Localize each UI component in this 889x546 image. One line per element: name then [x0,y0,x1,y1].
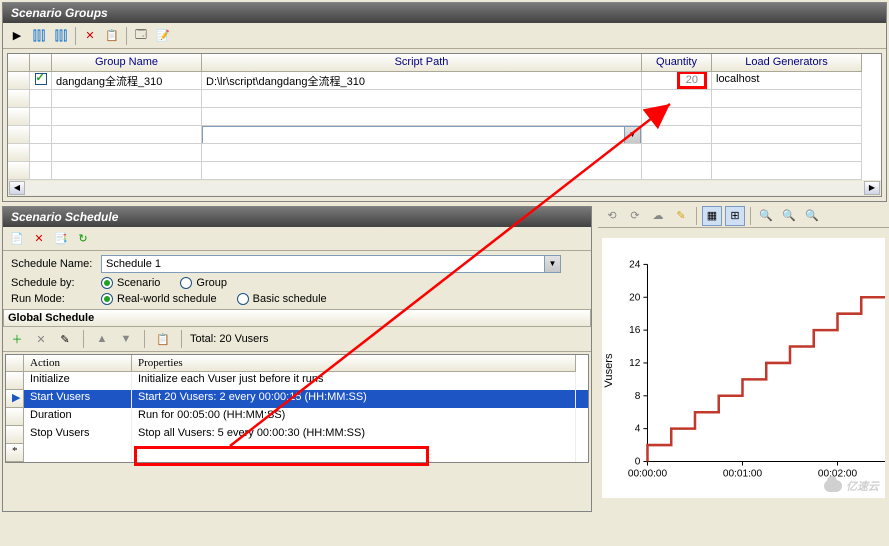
schedule-by-scenario-radio[interactable]: Scenario [101,277,160,289]
svg-text:16: 16 [629,325,641,336]
cell-script-path: D:\lr\script\dangdang全流程_310 [202,72,642,90]
global-schedule-toolbar: ＋ ✕ ✎ ▲ ▼ 📋 Total: 20 Vusers [3,327,591,352]
col-quantity[interactable]: Quantity [642,54,712,72]
vusers-icon-1[interactable]: ⫿⫿⫿ [29,26,49,46]
schedule-by-label: Schedule by: [11,277,101,289]
play-button[interactable]: ▶ [7,26,27,46]
group-checkbox[interactable] [35,73,47,85]
cell-group-name: dangdang全流程_310 [52,72,202,90]
svg-text:4: 4 [635,424,641,435]
action-new-row[interactable]: * [6,444,588,462]
cell-load-generators: localhost [712,72,862,90]
scenario-groups-toolbar: ▶ ⫿⫿⫿ ⫿⫿⫿ ✕ 📋 🗔 📝 [3,23,886,49]
schedule-name-label: Schedule Name: [11,258,101,270]
action-grid: Action Properties InitializeInitialize e… [5,354,589,463]
chart-cloud-icon[interactable]: ☁ [648,206,668,226]
action-row-selected[interactable]: ▶Start VusersStart 20 Vusers: 2 every 00… [6,390,588,408]
run-mode-real-radio[interactable]: Real-world schedule [101,293,217,305]
run-mode-basic-radio[interactable]: Basic schedule [237,293,327,305]
run-mode-label: Run Mode: [11,293,101,305]
chart-fwd-button[interactable]: ⟳ [625,206,645,226]
scenario-schedule-panel: Scenario Schedule 📄 ✕ 📑 ↻ Schedule Name:… [2,206,592,512]
svg-text:00:01:00: 00:01:00 [723,469,763,480]
chart-grid-button[interactable]: ⊞ [725,206,745,226]
global-schedule-title: Global Schedule [3,309,591,327]
col-script-path[interactable]: Script Path [202,54,642,72]
copy-schedule-button[interactable]: 📑 [51,229,71,249]
svg-text:12: 12 [629,358,641,369]
scenario-schedule-title: Scenario Schedule [3,207,591,227]
reset-schedule-button[interactable]: ↻ [73,229,93,249]
new-schedule-button[interactable]: 📄 [7,229,27,249]
schedule-name-dropdown[interactable]: Schedule 1▼ [101,255,561,273]
remove-button[interactable]: ✕ [80,26,100,46]
scenario-groups-grid: Group Name Script Path Quantity Load Gen… [7,53,882,197]
refresh-button[interactable]: 📋 [102,26,122,46]
svg-text:0: 0 [635,457,641,468]
runtime-settings-button[interactable]: 📝 [153,26,173,46]
chart-area: Vusers 04812162024 00:00:0000:01:0000:02… [602,238,885,498]
svg-text:24: 24 [629,259,641,270]
chevron-down-icon[interactable]: ▼ [544,256,560,272]
delete-action-button[interactable]: ✕ [31,329,51,349]
add-action-button[interactable]: ＋ [7,329,27,349]
delete-schedule-button[interactable]: ✕ [29,229,49,249]
zoom-in-button[interactable]: 🔍 [756,206,776,226]
action-row[interactable]: InitializeInitialize each Vuser just bef… [6,372,588,390]
edit-action-button[interactable]: ✎ [55,329,75,349]
zoom-fit-button[interactable]: 🔍 [802,206,822,226]
zoom-out-button[interactable]: 🔍 [779,206,799,226]
scroll-left-button[interactable]: ◀ [9,181,25,195]
svg-text:20: 20 [629,292,641,303]
col-load-generators[interactable]: Load Generators [712,54,862,72]
scenario-groups-title: Scenario Groups [3,3,886,23]
action-row[interactable]: Stop VusersStop all Vusers: 5 every 00:0… [6,426,588,444]
chevron-down-icon[interactable]: ▼ [624,127,640,143]
new-row[interactable]: ▼ [8,126,881,144]
col-action[interactable]: Action [24,355,132,372]
watermark: 亿速云 [824,478,879,494]
move-down-button[interactable]: ▼ [116,329,136,349]
chart-panel: ⟲ ⟳ ☁ ✎ ▦ ⊞ 🔍 🔍 🔍 Vusers 04812162024 00: [598,204,889,514]
col-properties[interactable]: Properties [132,355,576,372]
schedule-by-group-radio[interactable]: Group [180,277,227,289]
chart-toolbar: ⟲ ⟳ ☁ ✎ ▦ ⊞ 🔍 🔍 🔍 [598,204,889,228]
action-row[interactable]: DurationRun for 00:05:00 (HH:MM:SS) [6,408,588,426]
col-group-name[interactable]: Group Name [52,54,202,72]
cloud-icon [824,480,842,492]
details-button[interactable]: 🗔 [131,26,151,46]
scenario-groups-panel: Scenario Groups ▶ ⫿⫿⫿ ⫿⫿⫿ ✕ 📋 🗔 📝 Group … [2,2,887,202]
svg-text:00:00:00: 00:00:00 [628,469,668,480]
chart-edit-button[interactable]: ✎ [671,206,691,226]
total-vusers-label: Total: 20 Vusers [190,333,268,345]
svg-text:8: 8 [635,391,641,402]
chart-legend-button[interactable]: ▦ [702,206,722,226]
schedule-toolbar: 📄 ✕ 📑 ↻ [3,227,591,251]
chart-back-button[interactable]: ⟲ [602,206,622,226]
svg-text:Vusers: Vusers [603,353,615,388]
cell-quantity[interactable]: 20 [642,72,712,90]
copy-action-button[interactable]: 📋 [153,329,173,349]
scroll-right-button[interactable]: ▶ [864,181,880,195]
horizontal-scrollbar[interactable]: ◀ ▶ [8,180,881,196]
vusers-icon-2[interactable]: ⫿⫿⫿ [51,26,71,46]
group-row[interactable]: dangdang全流程_310 D:\lr\script\dangdang全流程… [8,72,881,90]
script-dropdown[interactable]: ▼ [202,126,641,144]
move-up-button[interactable]: ▲ [92,329,112,349]
vusers-chart: Vusers 04812162024 00:00:0000:01:0000:02… [602,238,885,498]
